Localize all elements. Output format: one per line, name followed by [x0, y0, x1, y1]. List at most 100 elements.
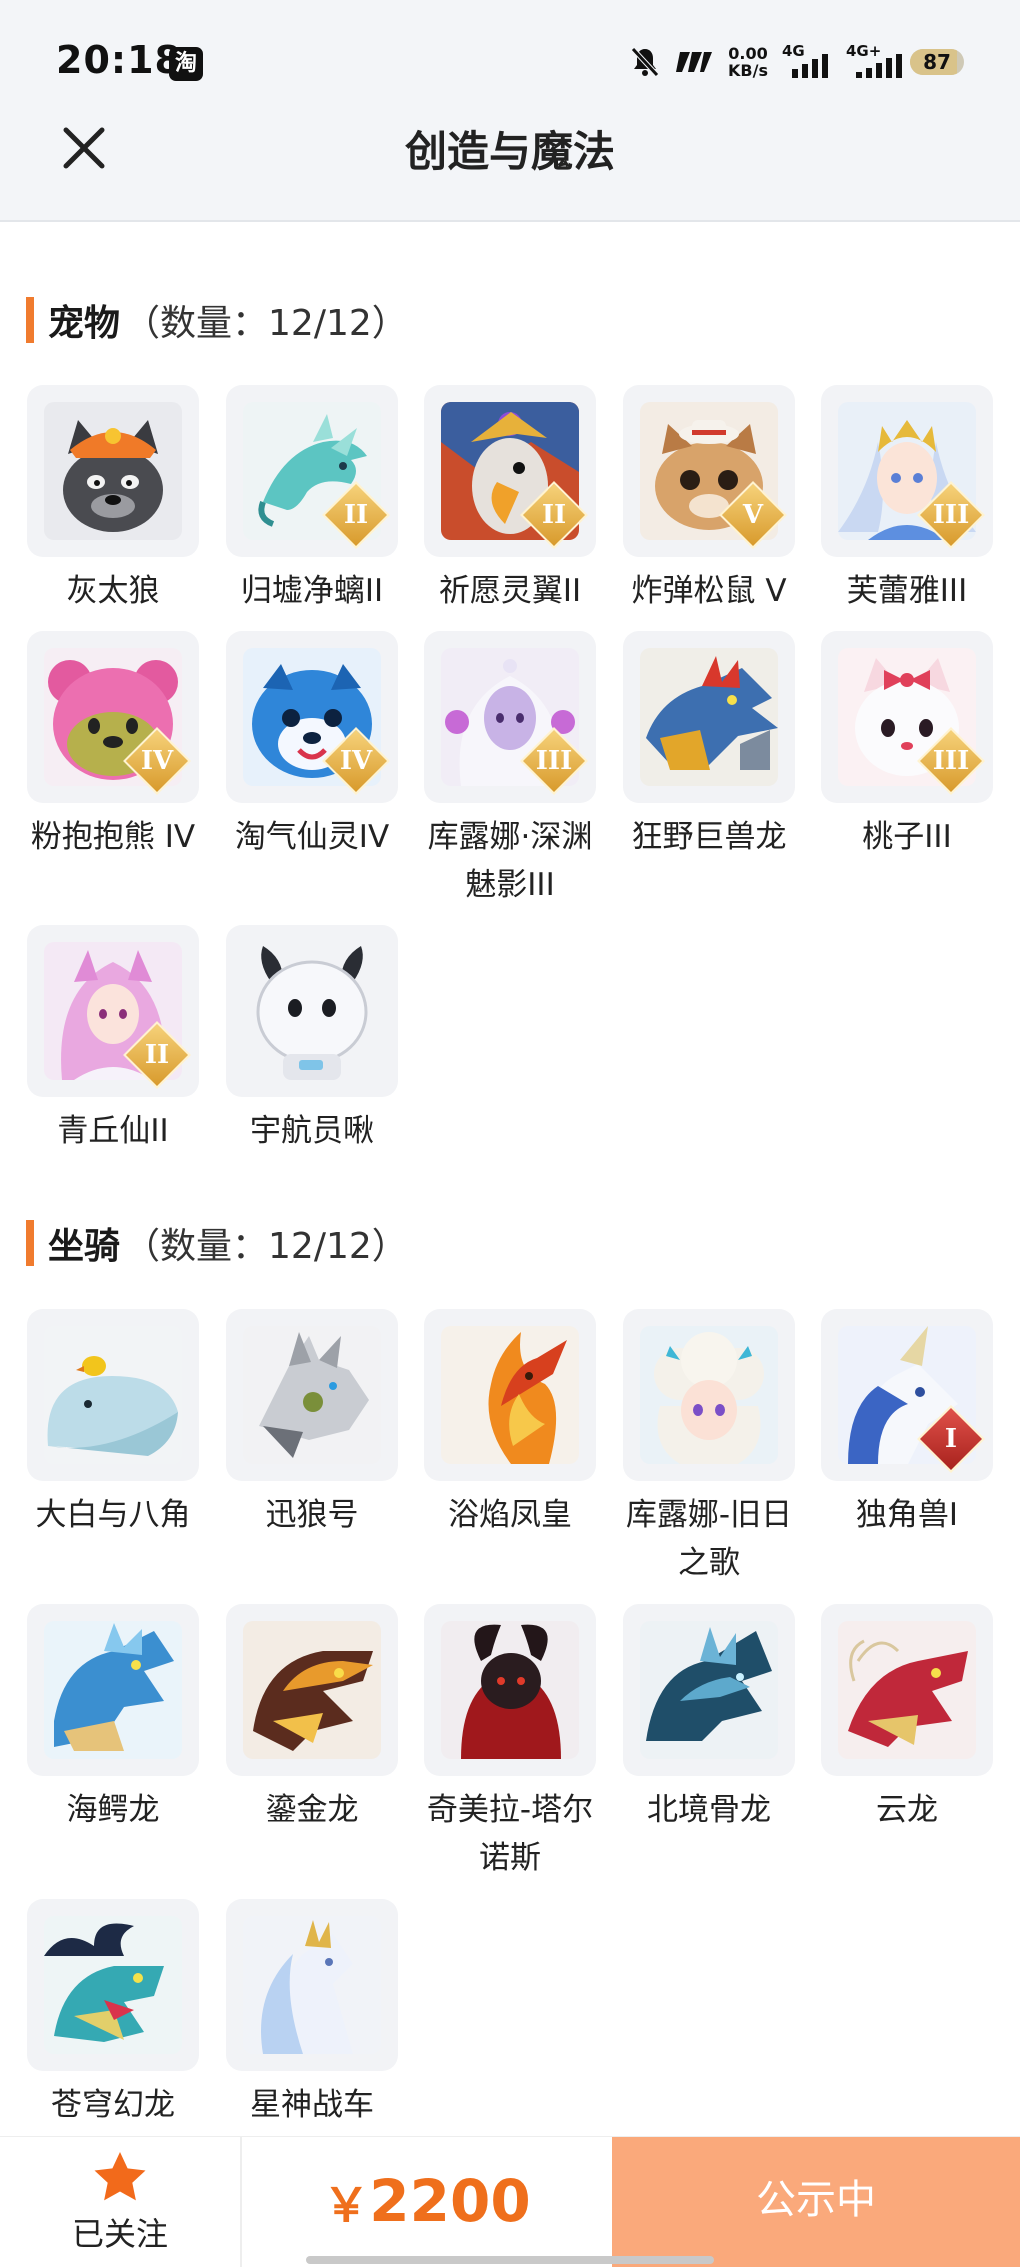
item-thumbnail: [27, 385, 199, 557]
net-speed-unit: KB/s: [728, 61, 768, 80]
tier-badge-label: V: [742, 500, 764, 530]
whale-portrait: [44, 1326, 182, 1464]
item-thumbnail: [226, 925, 398, 1097]
sheep-girl-portrait: [640, 1326, 778, 1464]
tier-badge-label: I: [944, 1424, 958, 1454]
item-thumbnail: [623, 1309, 795, 1481]
pet-item[interactable]: IV 淘气仙灵IV: [213, 631, 411, 861]
pet-item[interactable]: II 祈愿灵翼II: [411, 385, 609, 615]
item-thumbnail: [623, 1604, 795, 1776]
section-accent-bar: [26, 1220, 34, 1266]
chimera-portrait: [441, 1621, 579, 1759]
net-speed-value: 0.00: [728, 44, 768, 63]
item-thumbnail: [623, 631, 795, 803]
item-name: 狂野巨兽龙: [631, 819, 787, 855]
pet-item[interactable]: II 青丘仙II: [14, 925, 212, 1155]
pets-section-count: （数量：12/12）: [124, 303, 408, 344]
tier-badge-label: IV: [339, 746, 373, 776]
item-name: 星神战车: [250, 2087, 374, 2123]
mount-item[interactable]: 大白与八角: [14, 1309, 212, 1539]
tier-badge-label: II: [144, 1040, 170, 1070]
fire-phoenix-portrait: [441, 1326, 579, 1464]
item-name: 云龙: [876, 1792, 938, 1828]
follow-label: 已关注: [71, 2215, 168, 2253]
tier-badge-label: III: [535, 746, 573, 776]
mount-item[interactable]: 迅狼号: [213, 1309, 411, 1539]
signal-2-icon: 4G+: [846, 42, 902, 82]
battery-level: 87: [923, 50, 951, 74]
page-title: 创造与魔法: [404, 127, 615, 176]
taobao-badge-icon: 淘: [169, 47, 203, 81]
mounts-section-header: 坐骑 （数量：12/12）: [26, 1218, 408, 1268]
sea-dragon-portrait: [44, 1621, 182, 1759]
pet-item[interactable]: 灰太狼: [14, 385, 212, 615]
item-thumbnail: I: [821, 1309, 993, 1481]
pets-section-header: 宠物 （数量：12/12）: [26, 295, 408, 345]
price-value: 2200: [369, 2167, 531, 2235]
tier-badge-label: III: [932, 746, 970, 776]
item-name: 北境骨龙: [647, 1792, 771, 1828]
item-name: 桃子III: [862, 819, 952, 855]
item-thumbnail: [27, 1309, 199, 1481]
item-thumbnail: II: [424, 385, 596, 557]
grey-wolf-portrait: [44, 402, 182, 540]
mount-item[interactable]: 鎏金龙: [213, 1604, 411, 1834]
item-name: 海鳄龙: [66, 1792, 160, 1828]
mount-item[interactable]: 浴焰凤皇: [411, 1309, 609, 1539]
item-name: 鎏金龙: [265, 1792, 359, 1828]
beast-dragon-portrait: [640, 648, 778, 786]
item-name: 祈愿灵翼II: [438, 573, 582, 609]
pet-item[interactable]: III 库露娜·深渊魅影III: [411, 631, 609, 909]
item-thumbnail: [226, 1604, 398, 1776]
tier-badge-label: III: [932, 500, 970, 530]
pet-item[interactable]: 狂野巨兽龙: [610, 631, 808, 861]
section-accent-bar: [26, 297, 34, 343]
mount-item[interactable]: 云龙: [808, 1604, 1006, 1834]
item-name: 奇美拉-塔尔诺斯: [426, 1792, 594, 1876]
follow-button[interactable]: 已关注: [0, 2137, 242, 2267]
astronaut-portrait: [243, 942, 381, 1080]
item-thumbnail: [424, 1309, 596, 1481]
price-currency: ￥: [323, 2178, 370, 2232]
star-horse-portrait: [243, 1916, 381, 2054]
mount-item[interactable]: 北境骨龙: [610, 1604, 808, 1834]
mount-item[interactable]: 奇美拉-塔尔诺斯: [411, 1604, 609, 1882]
mount-item[interactable]: 库露娜-旧日之歌: [610, 1309, 808, 1587]
item-name: 库露娜-旧日之歌: [625, 1497, 793, 1581]
item-name: 淘气仙灵IV: [234, 819, 390, 855]
mount-item[interactable]: 星神战车: [213, 1899, 411, 2129]
pet-item[interactable]: III 芙蕾雅III: [808, 385, 1006, 615]
pet-item[interactable]: II 归墟净螭II: [213, 385, 411, 615]
item-thumbnail: [226, 1899, 398, 2071]
item-thumbnail: [424, 1604, 596, 1776]
price: ￥2200: [244, 2137, 610, 2267]
pet-item[interactable]: 宇航员啾: [213, 925, 411, 1155]
tier-badge-label: II: [343, 500, 369, 530]
item-name: 归墟净螭II: [240, 573, 384, 609]
item-name: 芙蕾雅III: [846, 573, 968, 609]
mount-item[interactable]: 海鳄龙: [14, 1604, 212, 1834]
mech-wolf-portrait: [243, 1326, 381, 1464]
mount-item[interactable]: I 独角兽I: [808, 1309, 1006, 1539]
net-speed: 0.00 KB/s: [728, 45, 768, 79]
tier-badge-label: IV: [140, 746, 174, 776]
star-icon: [94, 2152, 146, 2201]
pets-section-title: 宠物: [48, 303, 121, 344]
item-thumbnail: II: [27, 925, 199, 1097]
pet-item[interactable]: IV 粉抱抱熊 IV: [14, 631, 212, 861]
item-name: 库露娜·深渊魅影III: [427, 819, 593, 903]
home-indicator[interactable]: [306, 2256, 714, 2264]
pet-item[interactable]: III 桃子III: [808, 631, 1006, 861]
item-thumbnail: III: [821, 385, 993, 557]
mount-item[interactable]: 苍穹幻龙: [14, 1899, 212, 2129]
hd-icon: [676, 52, 713, 72]
publicity-status-button[interactable]: 公示中: [612, 2137, 1020, 2267]
mute-bell-icon: [631, 47, 659, 77]
status-time: 20:18: [56, 38, 182, 82]
item-name: 炸弹松鼠 V: [631, 573, 787, 609]
signal-1-icon: 4G: [782, 42, 832, 82]
pet-item[interactable]: V 炸弹松鼠 V: [610, 385, 808, 615]
item-thumbnail: [226, 1309, 398, 1481]
item-thumbnail: IV: [27, 631, 199, 803]
top-bar: 20:18 淘 0.00 KB/s 4G 4G+ 87 创造与魔法: [0, 0, 1020, 222]
